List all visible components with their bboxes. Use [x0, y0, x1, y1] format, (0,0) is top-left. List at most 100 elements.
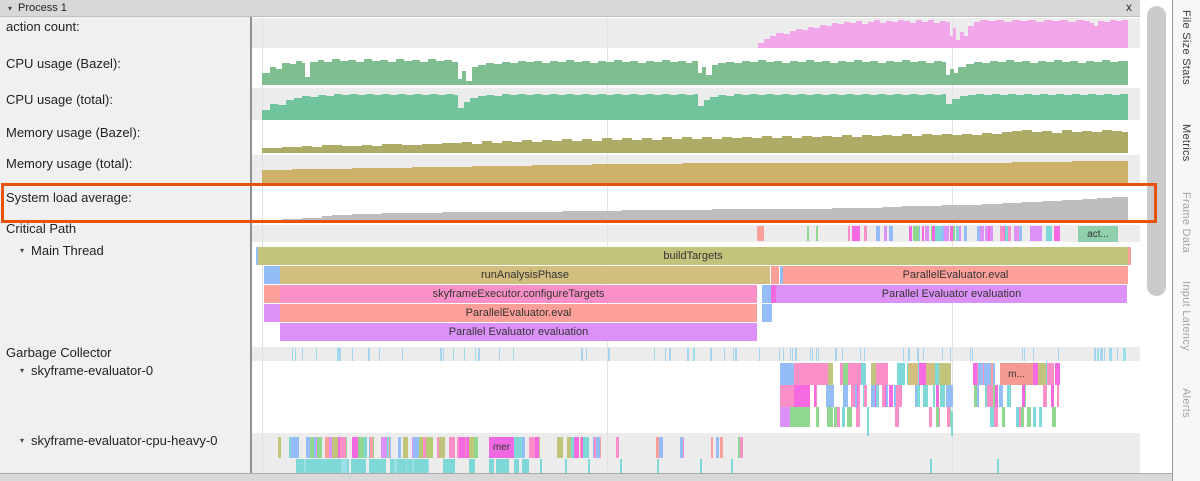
trace-slice[interactable]: [1000, 226, 1004, 241]
track-label-skyframe-evaluator-cpu-heavy-0[interactable]: ▾skyframe-evaluator-cpu-heavy-0: [20, 433, 217, 448]
trace-slice[interactable]: [939, 363, 951, 385]
trace-slice[interactable]: [884, 226, 887, 241]
trace-slice[interactable]: [264, 285, 280, 303]
trace-slice[interactable]: [449, 437, 455, 458]
trace-slice[interactable]: [867, 407, 869, 436]
trace-slice[interactable]: [1128, 247, 1131, 265]
trace-slice[interactable]: [665, 348, 666, 361]
trace-slice[interactable]: [876, 363, 889, 385]
trace-slice[interactable]: [581, 348, 583, 361]
trace-slice[interactable]: [670, 348, 671, 361]
trace-slice[interactable]: [735, 348, 737, 361]
trace-slice[interactable]: [443, 459, 446, 473]
trace-slice[interactable]: [860, 348, 862, 361]
trace-slice[interactable]: [810, 348, 812, 361]
trace-slice[interactable]: [807, 226, 809, 241]
trace-slice[interactable]: [608, 348, 610, 361]
trace-slice[interactable]: [889, 385, 893, 407]
trace-slice[interactable]: [923, 385, 925, 407]
trace-slice[interactable]: [1014, 226, 1018, 241]
trace-slice[interactable]: [408, 459, 412, 473]
trace-slice[interactable]: [871, 385, 875, 407]
trace-slice[interactable]: [842, 407, 845, 427]
trace-slice[interactable]: [814, 385, 817, 407]
tab-metrics[interactable]: Metrics: [1180, 124, 1192, 162]
trace-slice[interactable]: [733, 348, 734, 361]
trace-slice[interactable]: [1027, 407, 1031, 427]
trace-slice[interactable]: [469, 459, 474, 473]
trace-slice[interactable]: [936, 385, 940, 407]
trace-slice[interactable]: [994, 407, 998, 427]
trace-slice[interactable]: [529, 437, 535, 458]
trace-slice[interactable]: [453, 348, 454, 361]
trace-slice[interactable]: [1030, 226, 1042, 241]
trace-slice[interactable]: [423, 437, 426, 458]
trace-slice[interactable]: [616, 437, 619, 458]
trace-slice[interactable]: [339, 437, 346, 458]
trace-slice[interactable]: [687, 348, 689, 361]
trace-slice[interactable]: [816, 226, 818, 241]
trace-slice[interactable]: [794, 363, 828, 385]
trace-slice[interactable]: [917, 385, 921, 407]
trace-slice[interactable]: [264, 304, 280, 322]
trace-slice[interactable]: [317, 437, 322, 458]
trace-slice[interactable]: [1058, 348, 1059, 361]
trace-slice[interactable]: [514, 459, 519, 473]
trace-slice[interactable]: [264, 266, 280, 284]
vertical-scrollbar-thumb[interactable]: [1147, 6, 1166, 296]
trace-badge[interactable]: m...: [1000, 363, 1033, 385]
trace-slice[interactable]: [322, 459, 326, 473]
trace-slice[interactable]: [1024, 348, 1026, 361]
trace-slice[interactable]: [574, 437, 578, 458]
trace-slice[interactable]: [368, 348, 370, 361]
trace-slice[interactable]: [762, 285, 771, 303]
trace-slice[interactable]: [1038, 363, 1046, 385]
trace-slice[interactable]: [944, 226, 949, 241]
tab-alerts[interactable]: Alerts: [1180, 388, 1192, 418]
trace-slice[interactable]: [834, 407, 837, 427]
trace-slice[interactable]: [864, 385, 866, 407]
tab-file-size-stats[interactable]: File Size Stats: [1180, 10, 1192, 85]
trace-slice[interactable]: [876, 385, 879, 407]
trace-slice[interactable]: [909, 226, 911, 241]
trace-slice[interactable]: [716, 437, 719, 458]
trace-slice[interactable]: [324, 459, 332, 473]
trace-slice[interactable]: [956, 226, 959, 241]
trace-slice[interactable]: [942, 348, 944, 361]
counter-chart-mem-bazel[interactable]: [262, 122, 1128, 153]
trace-slice[interactable]: ParallelEvaluator.eval: [280, 304, 757, 322]
trace-slice[interactable]: [1097, 348, 1099, 361]
trace-slice[interactable]: [352, 348, 354, 361]
trace-slice[interactable]: [379, 348, 380, 361]
trace-slice[interactable]: [908, 363, 918, 385]
trace-slice[interactable]: [397, 459, 402, 473]
trace-slice[interactable]: [403, 437, 408, 458]
trace-slice[interactable]: [360, 437, 365, 458]
counter-chart-cpu-total[interactable]: [262, 88, 1128, 120]
trace-slice[interactable]: [924, 385, 928, 407]
trace-slice[interactable]: [469, 437, 474, 458]
trace-slice[interactable]: [985, 226, 988, 241]
trace-slice[interactable]: [711, 437, 714, 458]
trace-slice[interactable]: [896, 385, 898, 407]
process-header[interactable]: ▾ Process 1 x: [0, 0, 1140, 17]
trace-slice[interactable]: [950, 226, 953, 241]
trace-badge[interactable]: mer: [489, 437, 514, 458]
trace-slice[interactable]: [1033, 348, 1034, 361]
track-label-main-thread[interactable]: ▾Main Thread: [20, 243, 104, 258]
trace-slice[interactable]: [1007, 385, 1011, 407]
trace-slice[interactable]: [332, 437, 339, 458]
trace-slice[interactable]: [1002, 407, 1006, 427]
trace-slice[interactable]: [915, 226, 919, 241]
trace-slice[interactable]: [381, 437, 387, 458]
trace-slice[interactable]: [657, 459, 659, 473]
trace-slice[interactable]: [991, 385, 994, 407]
panel-divider[interactable]: [250, 17, 252, 473]
trace-slice[interactable]: [816, 407, 819, 427]
trace-slice[interactable]: [500, 459, 503, 473]
trace-slice[interactable]: [1052, 407, 1056, 427]
trace-slice[interactable]: [818, 348, 819, 361]
trace-slice[interactable]: [291, 437, 299, 458]
trace-slice[interactable]: [780, 385, 794, 407]
trace-slice[interactable]: [997, 459, 999, 473]
